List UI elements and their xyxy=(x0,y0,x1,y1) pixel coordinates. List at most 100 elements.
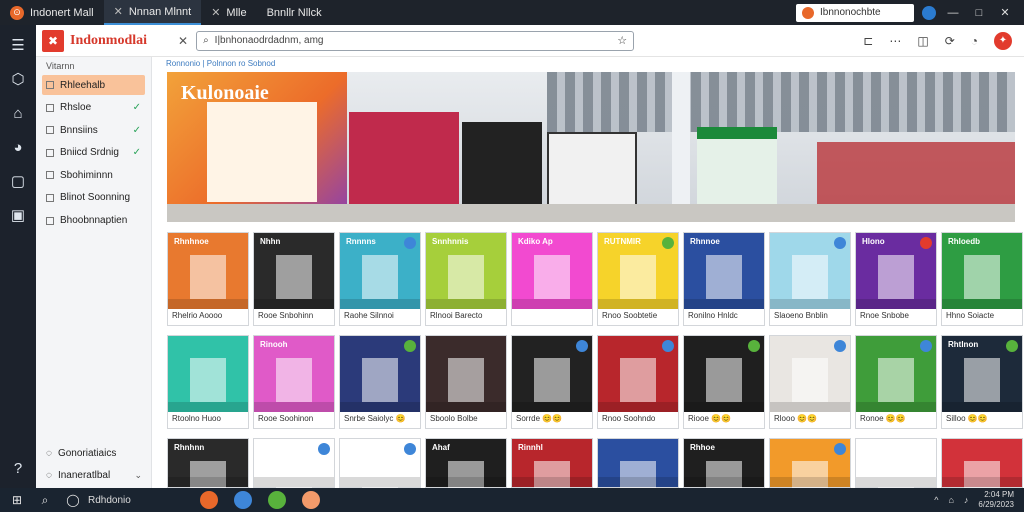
quick-search-field[interactable]: Ibnnonochbte xyxy=(796,3,914,22)
search-icon[interactable]: ⌕ xyxy=(34,489,56,511)
tile-badge-icon[interactable] xyxy=(834,237,846,249)
checkbox-icon[interactable] xyxy=(46,126,54,135)
taskbar-app-icon[interactable] xyxy=(268,491,286,509)
taskbar-search-label[interactable]: Rdhdonio xyxy=(88,495,131,506)
sidebar-item-6[interactable]: Bhoobnnaptien xyxy=(42,211,145,231)
product-tile[interactable] xyxy=(339,438,421,488)
product-tile[interactable] xyxy=(597,438,679,488)
product-tile[interactable]: Nhhn Rooe Snbohinn xyxy=(253,232,335,326)
product-tile[interactable]: Rhtlnon Silloo 😊😊 xyxy=(941,335,1023,429)
close-tab-icon[interactable]: ✕ xyxy=(114,5,123,18)
product-tile[interactable]: Riooe 😊😊 xyxy=(683,335,765,429)
tile-badge-icon[interactable] xyxy=(834,340,846,352)
tile-badge-icon[interactable] xyxy=(662,340,674,352)
close-window-button[interactable]: ✕ xyxy=(996,6,1014,19)
taskbar-app-icon[interactable] xyxy=(234,491,252,509)
product-tile[interactable]: Rhnhnoe Rhelrio Aoooo xyxy=(167,232,249,326)
checkbox-icon[interactable] xyxy=(46,171,54,180)
product-tile[interactable] xyxy=(855,438,937,488)
bag-icon[interactable]: ▢ xyxy=(8,171,28,191)
tab-1[interactable]: ✕ Nnnan Mlnnt xyxy=(103,0,202,25)
brand[interactable]: ✖ Indonmodlai xyxy=(36,29,166,52)
product-tile[interactable]: Rhloedb Hhno Soiacte xyxy=(941,232,1023,326)
maximize-button[interactable]: □ xyxy=(970,7,988,19)
tile-badge-icon[interactable] xyxy=(404,443,416,455)
product-tile[interactable]: Kdiko Ap xyxy=(511,232,593,326)
minimize-button[interactable]: — xyxy=(944,7,962,19)
product-tile[interactable]: Snnhnnis Rlnooi Barecto xyxy=(425,232,507,326)
tile-badge-icon[interactable] xyxy=(748,340,760,352)
sidebar-item-1[interactable]: Rhsloe ✓ xyxy=(42,98,145,118)
tabs-icon[interactable]: ⊏ xyxy=(863,34,873,48)
shield-icon[interactable]: ◫ xyxy=(917,34,928,48)
address-bar[interactable]: ⌕ I|bnhonaodrdadnm, amg ☆ xyxy=(196,30,635,51)
checkbox-icon[interactable] xyxy=(46,193,54,202)
tile-badge-icon[interactable] xyxy=(1006,340,1018,352)
product-tile[interactable]: Snrbe Saiolyc 😊 xyxy=(339,335,421,429)
tile-badge-icon[interactable] xyxy=(920,237,932,249)
sidebar-item-5[interactable]: Blinot Soonning xyxy=(42,188,145,208)
product-tile[interactable]: Slaoeno Bnblin xyxy=(769,232,851,326)
product-tile[interactable]: Rhhoe xyxy=(683,438,765,488)
more-icon[interactable]: ⋯ xyxy=(889,34,901,48)
checkbox-icon[interactable] xyxy=(46,81,54,89)
taskbar-app-icon[interactable] xyxy=(302,491,320,509)
tab-0[interactable]: ⊙ Indonert Mall xyxy=(0,0,104,25)
product-tile[interactable]: Ahaf xyxy=(425,438,507,488)
tile-badge-icon[interactable] xyxy=(404,237,416,249)
sidebar-footer-item-0[interactable]: ◌ Gonoriatiaics xyxy=(42,443,146,463)
chevron-up-icon[interactable]: ^ xyxy=(934,495,938,505)
extensions-icon[interactable]: ◔ xyxy=(971,34,978,48)
tab-2[interactable]: ✕ Mlle xyxy=(201,0,256,25)
sidebar-item-2[interactable]: Bnnsiins ✓ xyxy=(42,120,145,140)
checkbox-icon[interactable] xyxy=(46,216,54,225)
product-tile[interactable]: RUTNMIR Rnoo Soobtetie xyxy=(597,232,679,326)
network-icon[interactable]: ⌂ xyxy=(948,495,953,505)
document-icon[interactable]: ▣ xyxy=(8,205,28,225)
help-icon[interactable]: ? xyxy=(8,458,28,478)
tile-badge-icon[interactable] xyxy=(576,340,588,352)
product-tile[interactable] xyxy=(769,438,851,488)
tag-icon[interactable]: ⌂ xyxy=(8,103,28,123)
volume-icon[interactable]: ♪ xyxy=(964,495,969,505)
tile-badge-icon[interactable] xyxy=(404,340,416,352)
product-tile[interactable]: Ronoe 😊😊 xyxy=(855,335,937,429)
taskbar-app-icon[interactable] xyxy=(200,491,218,509)
breadcrumb[interactable]: Ronnonio | Polnnon ro Sobnod xyxy=(166,59,275,68)
product-tile[interactable]: Rhnhnn xyxy=(167,438,249,488)
close-icon[interactable]: ✕ xyxy=(178,34,188,48)
hero-banner[interactable]: Kulonoaie xyxy=(167,72,1015,222)
sidebar-item-4[interactable]: Sbohiminnn xyxy=(42,165,145,185)
product-tile[interactable]: Rlooo 😊😊 xyxy=(769,335,851,429)
product-tile[interactable] xyxy=(253,438,335,488)
clock[interactable]: 2:04 PM 6/29/2023 xyxy=(978,490,1014,510)
product-tile[interactable]: Rhnnoe Ronilno Hnldc xyxy=(683,232,765,326)
sidebar-footer-item-1[interactable]: ◌ Inaneratlbal ⌄ xyxy=(42,466,146,486)
tab-3[interactable]: Bnnllr Nllck xyxy=(257,0,332,25)
product-tile[interactable]: Sboolo Bolbe xyxy=(425,335,507,429)
product-tile[interactable] xyxy=(941,438,1023,488)
sync-icon[interactable]: ⟳ xyxy=(945,34,955,48)
chevron-down-icon[interactable]: ⌄ xyxy=(134,470,142,481)
tile-badge-icon[interactable] xyxy=(920,340,932,352)
menu-icon[interactable]: ☰ xyxy=(8,35,28,55)
product-tile[interactable]: Rinooh Rooe Soohinon xyxy=(253,335,335,429)
checkbox-icon[interactable] xyxy=(46,103,54,112)
sidebar-item-3[interactable]: Bniicd Srdnig ✓ xyxy=(42,143,145,163)
tile-badge-icon[interactable] xyxy=(662,237,674,249)
product-tile[interactable]: Rnnnns Raohe Silnnoi xyxy=(339,232,421,326)
product-tile[interactable]: Rtoolno Huoo xyxy=(167,335,249,429)
tile-badge-icon[interactable] xyxy=(834,443,846,455)
tile-badge-icon[interactable] xyxy=(318,443,330,455)
product-tile[interactable]: Sorrde 😊😊 xyxy=(511,335,593,429)
product-tile[interactable]: Hlono Rnoe Snbobe xyxy=(855,232,937,326)
cube-icon[interactable]: ⬡ xyxy=(8,69,28,89)
product-tile[interactable]: Rinnhl xyxy=(511,438,593,488)
circle-icon[interactable]: ◯ xyxy=(62,489,84,511)
star-icon[interactable]: ☆ xyxy=(617,34,627,47)
edge-icon[interactable]: ◕ xyxy=(8,137,28,157)
sidebar-item-0[interactable]: Rhleehalb xyxy=(42,75,145,95)
profile-icon[interactable]: ✦ xyxy=(994,31,1012,50)
product-tile[interactable]: Rnoo Soohndo xyxy=(597,335,679,429)
checkbox-icon[interactable] xyxy=(46,148,54,157)
